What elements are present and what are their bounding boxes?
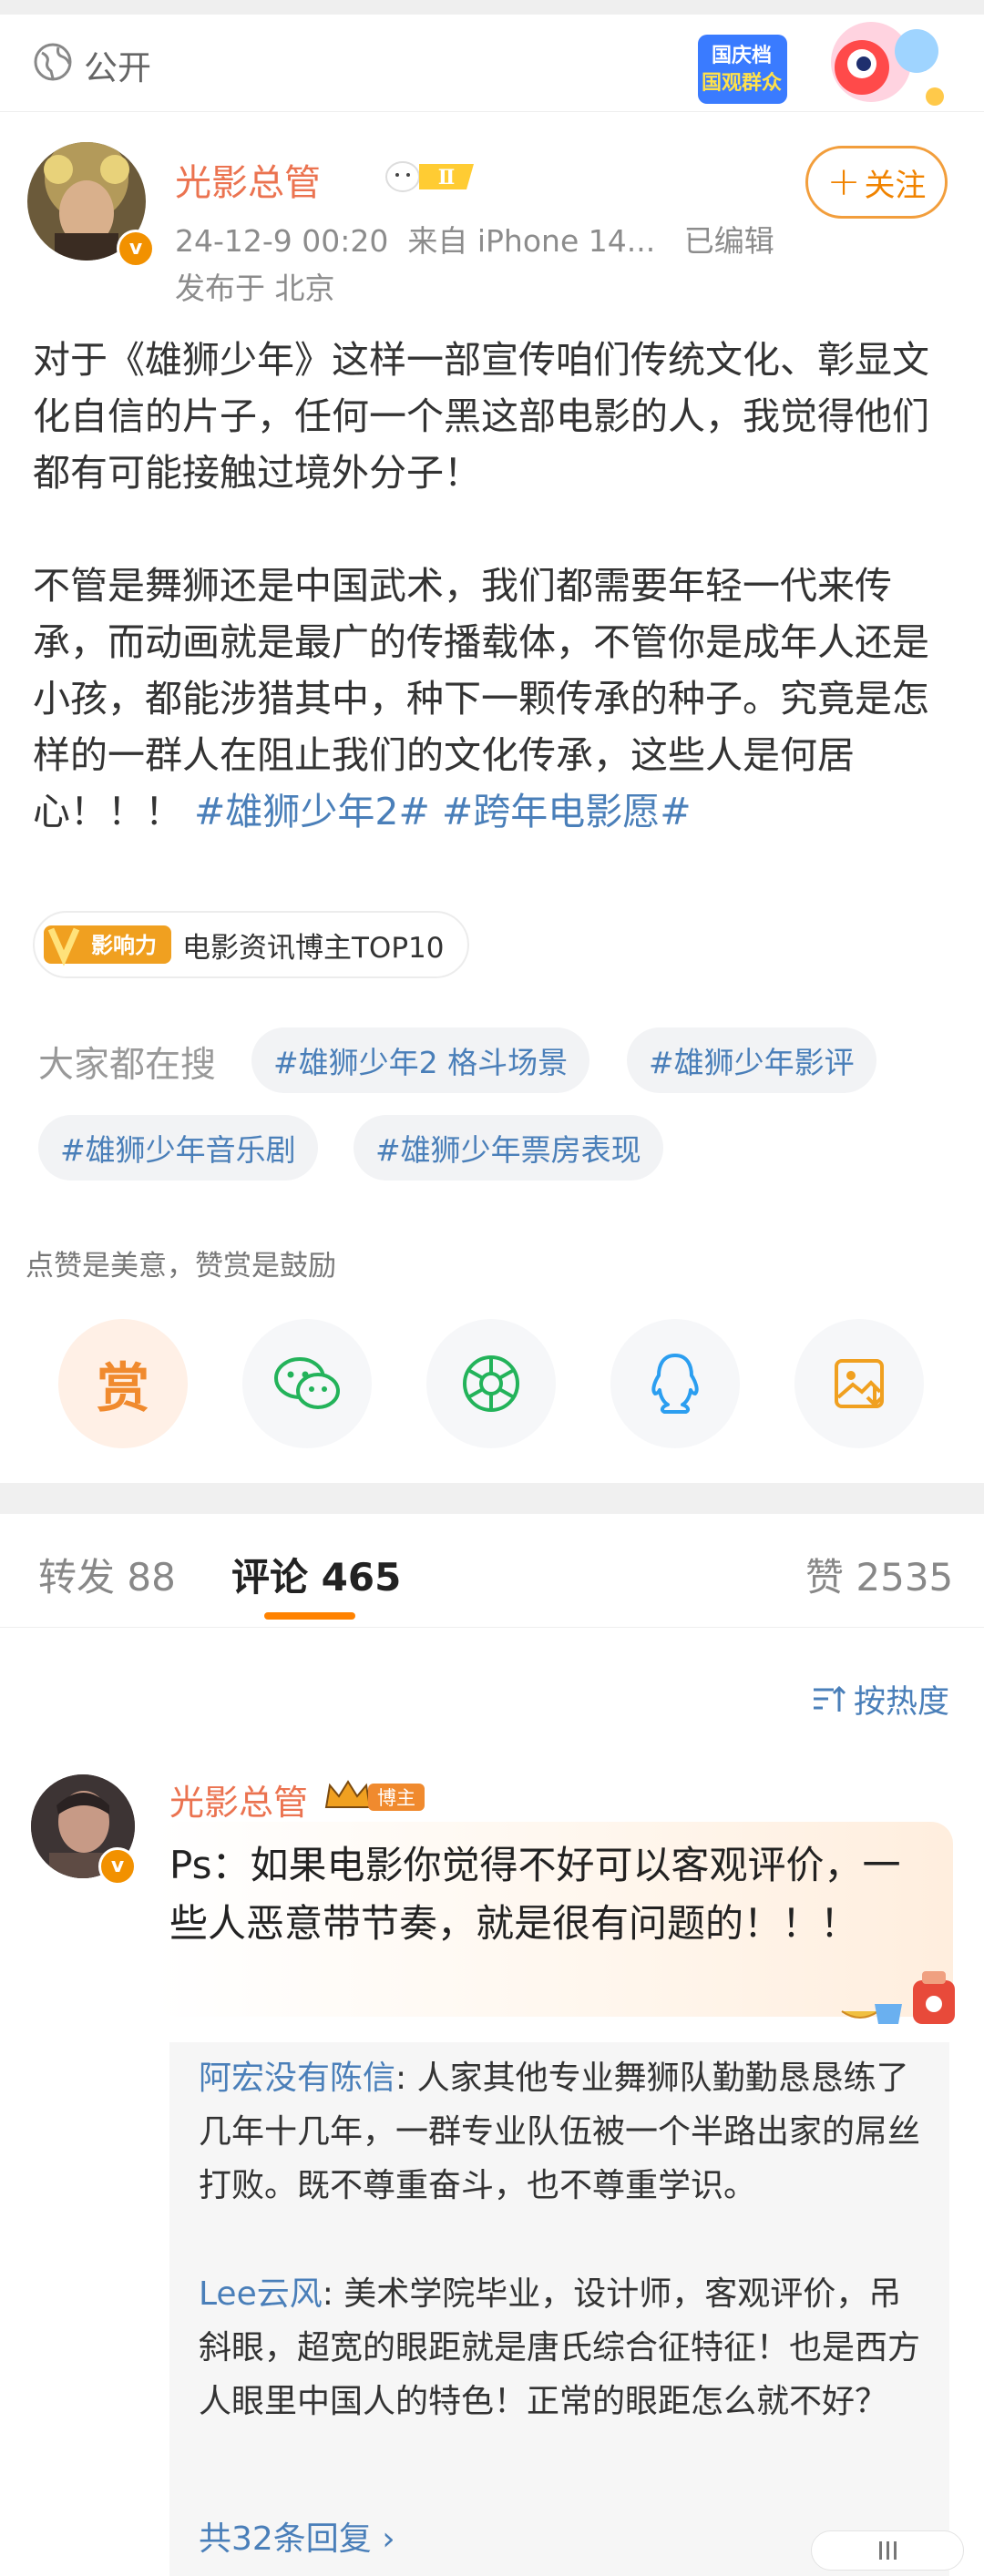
recent-apps-pill [811, 2530, 964, 2571]
influence-v-icon: 影响力 [44, 925, 171, 966]
top-strip [0, 0, 984, 15]
teatime-decoration-icon [841, 1971, 955, 2024]
hashtag-link[interactable]: #雄狮少年2# [194, 790, 430, 833]
reply-preview-box[interactable]: 阿宏没有陈信: 人家其他专业舞狮队勤勤恳恳练了几年十几年，一群专业队伍被一个半路… [169, 2042, 949, 2576]
blogger-badge: 博主 [324, 1780, 425, 1811]
national-day-banner[interactable]: 国庆档 国观群众 [689, 15, 953, 122]
plus-icon: + [826, 158, 861, 205]
post-source: 来自 iPhone 14... [407, 223, 656, 259]
post-time: 24-12-9 00:20 [175, 223, 389, 259]
reward-hint: 点赞是美意，赞赏是鼓励 [26, 1250, 336, 1283]
post-paragraph-2: 不管是舞狮还是中国武术，我们都需要年轻一代来传承，而动画就是最广的传播载体，不管… [33, 557, 953, 840]
reward-button[interactable]: 赏 [58, 1319, 188, 1448]
active-tab-indicator [264, 1612, 355, 1620]
search-chip[interactable]: #雄狮少年音乐剧 [38, 1115, 318, 1181]
interaction-tabs: 转发 88 评论 465 赞 2535 [0, 1514, 984, 1628]
verified-v-icon: v [117, 230, 155, 268]
more-replies-link[interactable]: 共32条回复 › [199, 2512, 395, 2560]
blogger-badge-text: 博主 [377, 1787, 415, 1809]
search-chip[interactable]: #雄狮少年影评 [627, 1027, 876, 1093]
post-meta: 24-12-9 00:20 来自 iPhone 14... 已编辑 [175, 217, 774, 261]
chevron-right-icon: › [382, 2520, 395, 2558]
share-qq-button[interactable] [610, 1319, 740, 1448]
sort-label: 按热度 [853, 1684, 949, 1721]
visibility-label: 公开 [84, 48, 151, 87]
author-name[interactable]: 光影总管 [175, 153, 321, 206]
wechat-icon [274, 1357, 340, 1409]
post-paragraph-1: 对于《雄狮少年》这样一部宣传咱们传统文化、彰显文化自信的片子，任何一个黑这部电影… [33, 338, 929, 495]
reply-item[interactable]: 阿宏没有陈信: 人家其他专业舞狮队勤勤恳恳练了几年十几年，一群专业队伍被一个半路… [199, 2051, 928, 2213]
influence-badge-text: 影响力 [91, 933, 157, 958]
share-wechat-button[interactable] [242, 1319, 372, 1448]
banner-line2: 国观群众 [702, 71, 782, 95]
qq-icon [651, 1354, 699, 1414]
moments-icon [463, 1355, 519, 1412]
globe-icon [34, 43, 72, 81]
reply-author[interactable]: Lee云风 [199, 2275, 323, 2313]
post-author-block: v 光影总管 Ⅱ 24-12-9 00:20 来自 iPhone 14... 已… [27, 142, 966, 315]
reply-author[interactable]: 阿宏没有陈信 [199, 2060, 395, 2097]
search-chip[interactable]: #雄狮少年票房表现 [354, 1115, 663, 1181]
member-level-badge: Ⅱ [385, 161, 474, 192]
tab-likes[interactable]: 赞 2535 [805, 1547, 953, 1602]
reward-icon: 赏 [96, 1357, 149, 1419]
follow-button[interactable]: + 关注 [805, 146, 948, 219]
influence-badge[interactable]: 影响力 电影资讯博主TOP10 [33, 911, 470, 978]
search-chip[interactable]: #雄狮少年2 格斗场景 [251, 1027, 590, 1093]
hashtag-link[interactable]: #跨年电影愿# [442, 790, 692, 833]
share-moments-button[interactable] [426, 1319, 556, 1448]
sort-by-heat[interactable]: 按热度 [812, 1676, 949, 1722]
sort-icon [813, 1685, 846, 1712]
tab-comments[interactable]: 评论 465 [231, 1547, 401, 1602]
influence-label: 电影资讯博主TOP10 [182, 931, 445, 965]
follow-label: 关注 [864, 167, 927, 204]
commenter-verified-icon: v [98, 1847, 137, 1886]
level-text: Ⅱ [438, 166, 456, 189]
save-image-button[interactable] [794, 1319, 924, 1448]
tab-reposts[interactable]: 转发 88 [38, 1547, 176, 1602]
post-body: 对于《雄狮少年》这样一部宣传咱们传统文化、彰显文化自信的片子，任何一个黑这部电影… [33, 332, 953, 840]
commenter-name[interactable]: 光影总管 [169, 1774, 308, 1825]
hot-search-label: 大家都在搜 [38, 1045, 217, 1086]
banner-line1: 国庆档 [712, 44, 772, 67]
save-image-icon [835, 1359, 884, 1408]
comment-text[interactable]: Ps：如果电影你觉得不好可以客观评价，一些人恶意带节奏，就是很有问题的！！！ [169, 1836, 917, 1953]
reply-item[interactable]: Lee云风: 美术学院毕业，设计师，客观评价，吊斜眼，超宽的眼距就是唐氏综合征特… [199, 2267, 928, 2428]
section-divider [0, 1483, 984, 1514]
visibility-row: 公开 国庆档 国观群众 [0, 15, 984, 112]
edited-label[interactable]: 已编辑 [684, 223, 774, 259]
post-location: 发布于 北京 [175, 271, 335, 306]
